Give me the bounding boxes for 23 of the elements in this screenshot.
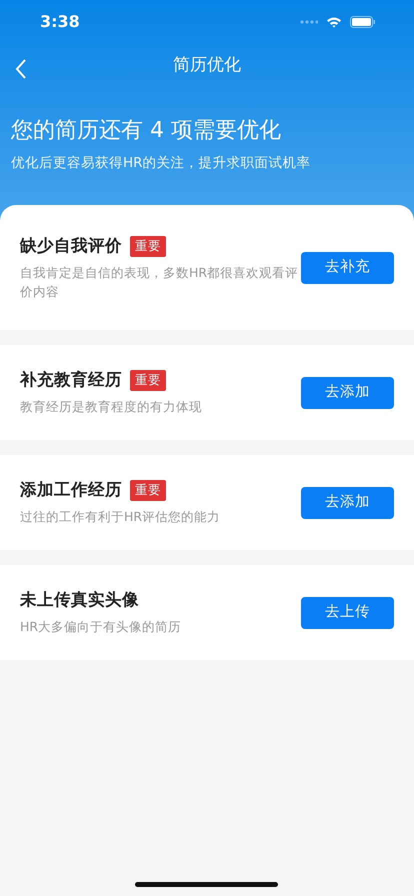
item-description: 过往的工作有利于HR评估您的能力 bbox=[20, 508, 220, 526]
priority-tag: 重要 bbox=[130, 236, 166, 256]
item-title: 添加工作经历 bbox=[20, 479, 122, 502]
action-button[interactable]: 去上传 bbox=[301, 596, 394, 628]
action-button[interactable]: 去添加 bbox=[301, 376, 394, 408]
item-title: 未上传真实头像 bbox=[20, 589, 139, 612]
subtitle: 优化后更容易获得HR的关注，提升求职面试机率 bbox=[11, 154, 312, 173]
page-title: 简历优化 bbox=[173, 54, 241, 78]
back-icon bbox=[14, 58, 28, 80]
battery-icon bbox=[350, 16, 376, 28]
wifi-icon bbox=[326, 16, 342, 28]
action-button[interactable]: 去添加 bbox=[301, 486, 394, 518]
item-description: 自我肯定是自信的表现，多数HR都很喜欢观看评价内容 bbox=[20, 264, 300, 301]
signal-icon bbox=[300, 20, 318, 24]
priority-tag: 重要 bbox=[130, 370, 166, 392]
status-time: 3:38 bbox=[40, 11, 80, 33]
priority-tag: 重要 bbox=[130, 480, 166, 502]
item-title: 缺少自我评价 bbox=[20, 234, 122, 257]
action-button[interactable]: 去补充 bbox=[301, 252, 394, 284]
item-description: 教育经历是教育程度的有力体现 bbox=[20, 398, 202, 416]
item-description: HR大多偏向于有头像的简历 bbox=[20, 618, 182, 636]
headline: 您的简历还有 4 项需要优化 bbox=[11, 117, 282, 145]
item-title: 补充教育经历 bbox=[20, 369, 122, 392]
